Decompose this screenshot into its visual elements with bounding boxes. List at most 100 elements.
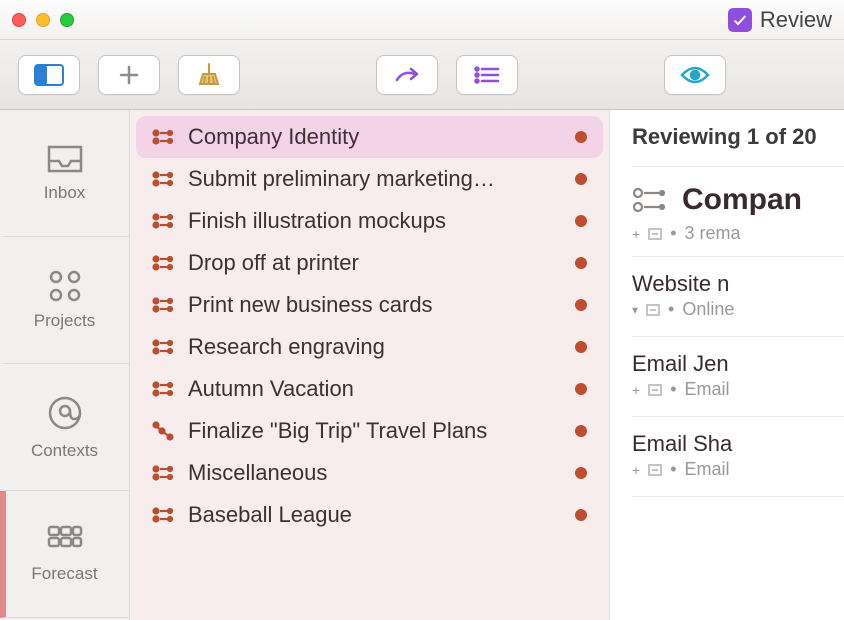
review-list-row[interactable]: Print new business cards	[136, 284, 603, 326]
detail-item[interactable]: Email Jen+•Email	[632, 337, 844, 416]
parallel-project-icon	[152, 504, 174, 526]
review-list-label: Print new business cards	[188, 292, 561, 318]
review-flag-dot	[575, 257, 587, 269]
sidebar-tab-label: Projects	[34, 311, 95, 331]
sidebar-tab-label: Forecast	[31, 564, 97, 584]
note-icon	[648, 228, 662, 240]
review-flag-dot	[575, 215, 587, 227]
plus-icon	[118, 64, 140, 86]
review-flag-dot	[575, 467, 587, 479]
review-list-row[interactable]: Submit preliminary marketing…	[136, 158, 603, 200]
close-window-button[interactable]	[12, 13, 26, 27]
review-flag-dot	[575, 509, 587, 521]
review-list-row[interactable]: Company Identity	[136, 116, 603, 158]
review-flag-dot	[575, 425, 587, 437]
detail-item-context: Email	[685, 459, 730, 480]
project-title[interactable]: Compan	[682, 183, 802, 217]
detail-item-context: Online	[682, 299, 734, 320]
add-note-icon[interactable]: +	[632, 462, 640, 478]
review-list-row[interactable]: Drop off at printer	[136, 242, 603, 284]
meta-sep: •	[668, 299, 674, 320]
inbox-icon	[45, 143, 85, 175]
sidebar-tab-projects[interactable]: Projects	[0, 237, 129, 364]
add-note-icon[interactable]: +	[632, 226, 640, 242]
quick-open-button[interactable]	[376, 55, 438, 95]
review-list-label: Submit preliminary marketing…	[188, 166, 561, 192]
detail-item-context: Email	[685, 379, 730, 400]
sidebar-tab-contexts[interactable]: Contexts	[0, 364, 129, 491]
review-list-row[interactable]: Baseball League	[136, 494, 603, 536]
review-flag-dot	[575, 173, 587, 185]
content-area: Inbox Projects Contexts Forecast Company…	[0, 110, 844, 620]
parallel-project-icon	[152, 126, 174, 148]
review-list-row[interactable]: Finalize "Big Trip" Travel Plans	[136, 410, 603, 452]
title-mode-label: Review	[760, 7, 832, 33]
detail-item-meta: + • Email	[632, 377, 844, 412]
contexts-icon	[45, 393, 85, 433]
meta-sep: •	[670, 459, 676, 480]
detail-item[interactable]: Website n ▾ • Online	[632, 257, 844, 336]
review-flag-dot	[575, 131, 587, 143]
review-list-row[interactable]: Finish illustration mockups	[136, 200, 603, 242]
parallel-project-icon	[152, 294, 174, 316]
forecast-icon	[45, 524, 85, 556]
review-list-row[interactable]: Miscellaneous	[136, 452, 603, 494]
title-mode: Review	[728, 7, 832, 33]
minimize-window-button[interactable]	[36, 13, 50, 27]
list-icon	[474, 66, 500, 84]
review-list-label: Company Identity	[188, 124, 561, 150]
review-list-label: Research engraving	[188, 334, 561, 360]
add-note-icon[interactable]: +	[632, 382, 640, 398]
window-titlebar: Review	[0, 0, 844, 40]
detail-item-meta: ▾ • Online	[632, 297, 844, 332]
review-list-label: Miscellaneous	[188, 460, 561, 486]
review-list-row[interactable]: Research engraving	[136, 326, 603, 368]
projects-icon	[46, 269, 84, 303]
review-perspective-button[interactable]	[664, 55, 726, 95]
review-list-row[interactable]: Autumn Vacation	[136, 368, 603, 410]
detail-panel: Reviewing 1 of 20 Compan + • 3 rema Webs…	[610, 110, 844, 620]
review-flag-dot	[575, 383, 587, 395]
review-list-label: Finish illustration mockups	[188, 208, 561, 234]
sidebar-toggle-icon	[34, 64, 64, 86]
parallel-project-icon	[632, 185, 666, 215]
toolbar	[0, 40, 844, 110]
parallel-project-icon	[152, 336, 174, 358]
review-flag-dot	[575, 299, 587, 311]
project-title-row: Compan	[632, 167, 844, 221]
detail-item-title: Email Sha	[632, 431, 844, 457]
detail-item-title: Website n	[632, 271, 844, 297]
project-meta-row: + • 3 rema	[632, 221, 844, 256]
review-list-label: Finalize "Big Trip" Travel Plans	[188, 418, 561, 444]
sidebar-tab-label: Contexts	[31, 441, 98, 461]
add-button[interactable]	[98, 55, 160, 95]
detail-item[interactable]: Email Sha + • Email	[632, 417, 844, 496]
parallel-project-icon	[152, 210, 174, 232]
parallel-project-icon	[152, 252, 174, 274]
meta-sep: •	[670, 379, 676, 400]
toggle-sidebar-button[interactable]	[18, 55, 80, 95]
broom-icon	[196, 62, 222, 88]
review-list-label: Baseball League	[188, 502, 561, 528]
note-icon	[648, 384, 662, 396]
parallel-project-icon	[152, 462, 174, 484]
arrow-right-icon	[393, 64, 421, 86]
cleanup-button[interactable]	[178, 55, 240, 95]
project-remaining: 3 rema	[685, 223, 741, 244]
sequential-project-icon	[152, 420, 174, 442]
review-list-label: Autumn Vacation	[188, 376, 561, 402]
zoom-window-button[interactable]	[60, 13, 74, 27]
sidebar-tab-inbox[interactable]: Inbox	[0, 110, 129, 237]
traffic-lights	[12, 13, 74, 27]
sidebar-tab-label: Inbox	[44, 183, 86, 203]
review-counter: Reviewing 1 of 20	[632, 124, 844, 167]
parallel-project-icon	[152, 378, 174, 400]
review-app-icon	[728, 8, 752, 32]
review-list-label: Drop off at printer	[188, 250, 561, 276]
note-icon	[646, 304, 660, 316]
sidebar-tab-forecast[interactable]: Forecast	[0, 491, 129, 618]
review-list: Company Identity Submit preliminary marke…	[130, 110, 610, 620]
view-options-button[interactable]	[456, 55, 518, 95]
chevron-down-icon[interactable]: ▾	[632, 303, 638, 317]
review-flag-dot	[575, 341, 587, 353]
